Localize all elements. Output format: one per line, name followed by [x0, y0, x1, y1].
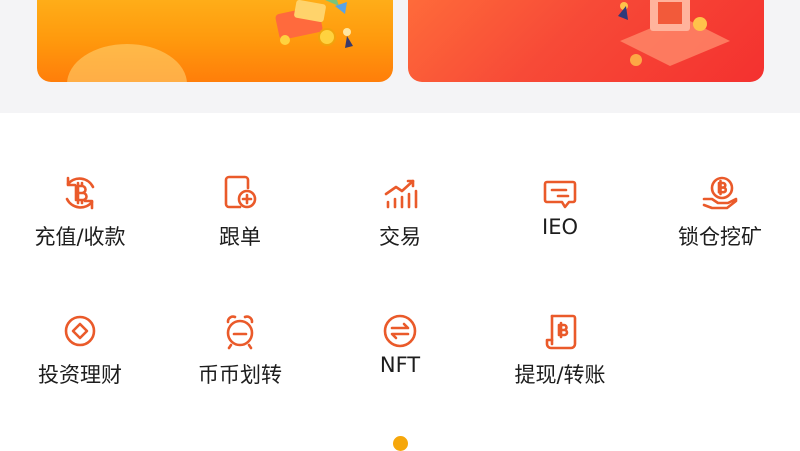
menu-item-label: 跟单	[219, 225, 261, 249]
pagination-dot[interactable]	[393, 436, 408, 451]
menu-item-withdraw[interactable]: 提现/转账	[500, 311, 620, 421]
menu-item-label: 锁仓挖矿	[678, 225, 762, 249]
menu-item-label: 投资理财	[38, 363, 122, 387]
document-add-icon	[220, 173, 260, 213]
bitcoin-hand-icon	[700, 173, 740, 213]
promo-banner-right[interactable]	[408, 0, 764, 82]
menu-item-label: 交易	[379, 225, 421, 249]
banner-area	[0, 0, 800, 113]
menu-item-investment[interactable]: 投资理财	[20, 311, 140, 421]
menu-item-transfer[interactable]: 币币划转	[180, 311, 300, 421]
quick-menu-grid: 充值/收款 跟单 交易 IEO 锁仓挖矿 投资理财 币币划转 NFT 提现/转账	[0, 113, 800, 450]
menu-item-label: 充值/收款	[34, 225, 126, 249]
coin-icon	[60, 311, 100, 351]
bitcoin-cycle-icon	[60, 173, 100, 213]
menu-item-label: 币币划转	[198, 363, 282, 387]
trend-chart-icon	[380, 173, 420, 213]
chat-bubble-icon	[540, 173, 580, 213]
menu-item-deposit[interactable]: 充值/收款	[20, 173, 140, 283]
menu-item-label: 提现/转账	[514, 363, 606, 387]
banner-illustration-icon	[600, 0, 740, 70]
menu-item-copy-trade[interactable]: 跟单	[180, 173, 300, 283]
menu-item-trade[interactable]: 交易	[340, 173, 460, 283]
menu-item-ieo[interactable]: IEO	[500, 173, 620, 283]
alarm-clock-icon	[220, 311, 260, 351]
menu-item-label: NFT	[379, 353, 421, 377]
exchange-icon	[380, 311, 420, 351]
promo-banner-left[interactable]	[37, 0, 393, 82]
menu-item-label: IEO	[542, 215, 578, 239]
banner-illustration-icon	[247, 0, 367, 56]
menu-item-staking[interactable]: 锁仓挖矿	[660, 173, 780, 283]
bitcoin-receipt-icon	[540, 311, 580, 351]
banner-decoration	[67, 44, 187, 82]
menu-item-nft[interactable]: NFT	[340, 311, 460, 421]
